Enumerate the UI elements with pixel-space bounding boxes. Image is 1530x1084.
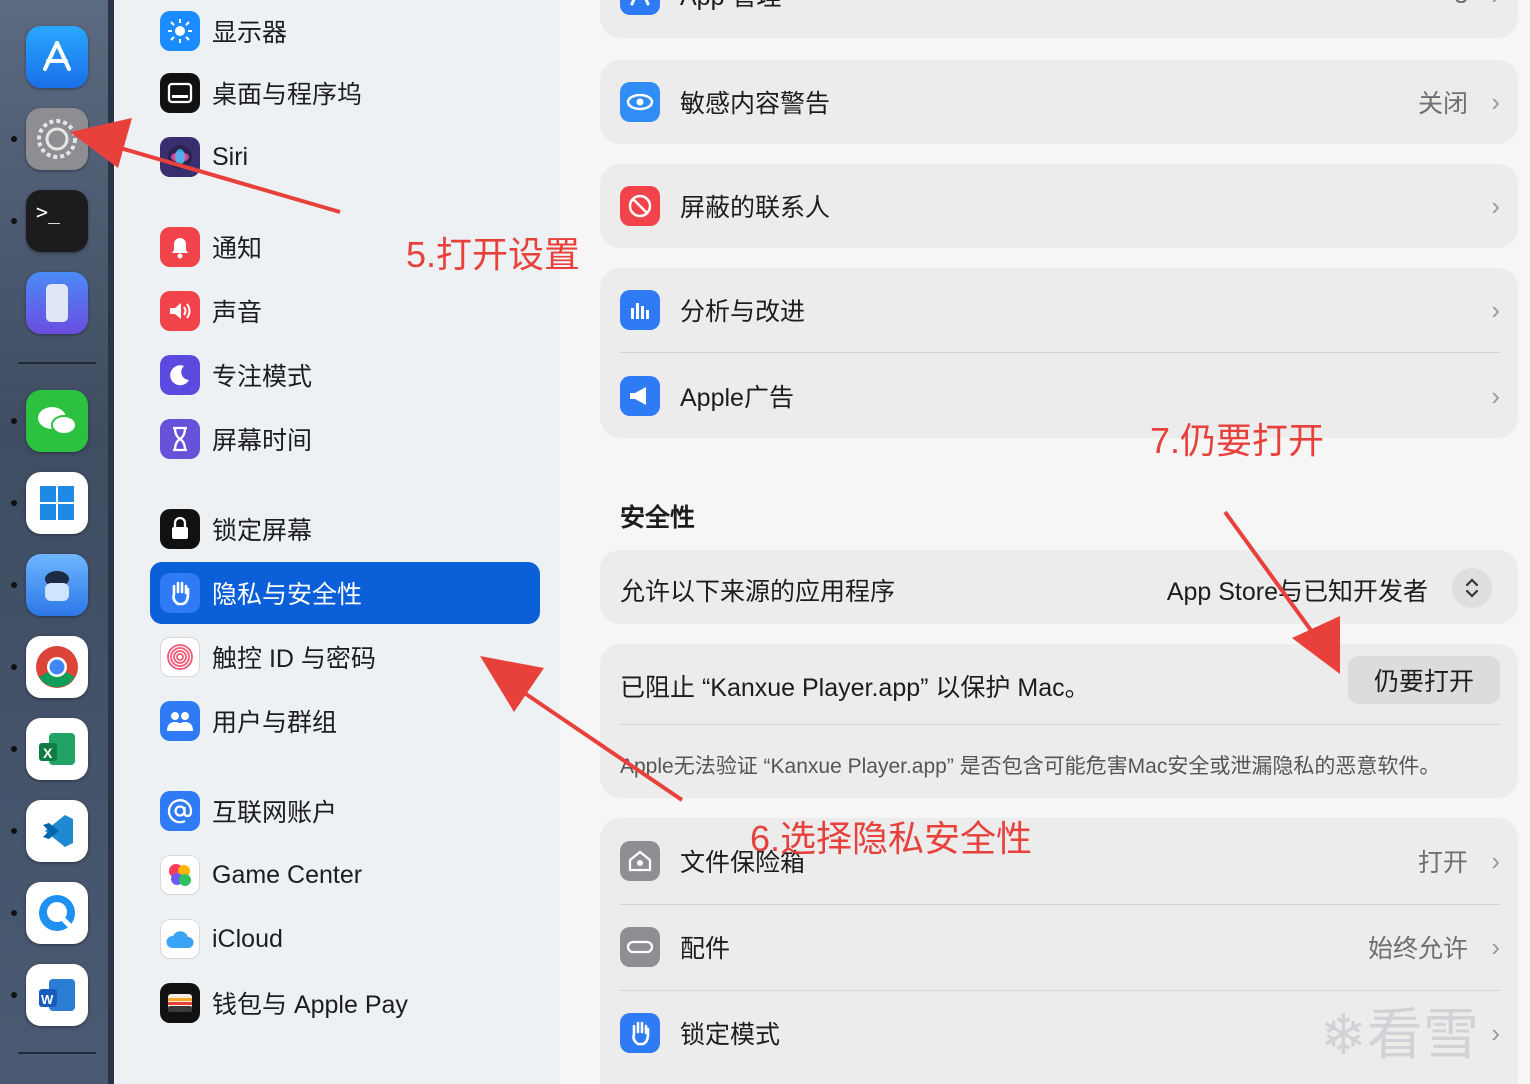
arrow-step5: [70, 118, 341, 214]
snowflake-logo-icon: ❄: [1320, 1003, 1367, 1066]
watermark: ❄看雪: [1320, 990, 1479, 1071]
arrow-step6: [480, 656, 684, 802]
annotation-arrows: [70, 118, 1340, 802]
annotation-step5: 5.打开设置: [406, 234, 581, 275]
annotation-step7: 7.仍要打开: [1150, 420, 1325, 461]
annotation-step6: 6.选择隐私安全性: [750, 818, 1033, 859]
watermark-text: 看雪: [1366, 1003, 1479, 1066]
arrow-step7: [1223, 510, 1340, 674]
